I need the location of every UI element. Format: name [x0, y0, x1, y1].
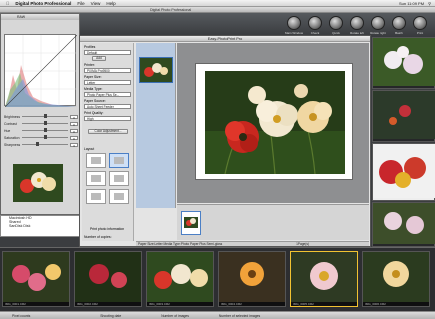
paper-preview	[195, 63, 353, 180]
right-thumbnail[interactable]	[372, 202, 435, 247]
layout-option[interactable]	[109, 189, 129, 204]
paper-size-label: Paper Size:	[84, 75, 102, 79]
print-toolbar-label: Print	[416, 31, 424, 35]
layout-option-selected[interactable]	[109, 153, 129, 168]
dpp-status-bar: Pixel counts Shooting date Number of ima…	[0, 311, 435, 319]
paper-source-select[interactable]: Auto Sheet Feeder	[84, 104, 131, 109]
thumbnail-caption: IMG_0006.CR2	[363, 302, 429, 306]
media-type-select[interactable]: Photo Paper Plus Se...	[84, 92, 131, 97]
menu-view[interactable]: View	[91, 1, 101, 6]
menu-app-name[interactable]: Digital Photo Professional	[15, 1, 71, 6]
sharpness-value[interactable]: 3	[70, 142, 78, 148]
status-pixel-counts: Pixel counts	[12, 313, 31, 318]
printer-label: Printer:	[84, 63, 95, 67]
dpp-window-title: Digital Photo Professional	[150, 7, 192, 12]
image-thumbnail[interactable]: IMG_0006.CR2	[362, 251, 430, 307]
image-thumbnail[interactable]: IMG_0003.CR2	[146, 251, 214, 307]
image-thumbnail[interactable]: IMG_0004.CR2	[218, 251, 286, 307]
layout-grid	[86, 153, 130, 204]
hue-value[interactable]: 0	[70, 128, 78, 134]
palette-photo-thumbnail[interactable]	[13, 164, 63, 202]
status-number-of-images: Number of images	[161, 313, 189, 318]
epp-image-thumbnail[interactable]	[139, 57, 173, 83]
menu-help[interactable]: Help	[106, 1, 115, 6]
sharpness-label: Sharpness	[4, 142, 21, 147]
saturation-slider[interactable]: Saturation 0	[4, 135, 78, 141]
apple-icon[interactable]: 	[6, 1, 9, 6]
layout-option[interactable]	[86, 153, 106, 168]
folder-tree: Macintosh HD Shared SanDisk Disk	[0, 215, 80, 237]
layout-label: Layout	[84, 147, 95, 151]
menubar-clock[interactable]: Sun 11:09 PM	[399, 1, 424, 6]
layout-option[interactable]	[86, 171, 106, 186]
hue-slider[interactable]: Hue 0	[4, 128, 78, 134]
image-thumbnail-strip: IMG_0001.CR2 IMG_0002.CR2 IMG_0003.CR2 I…	[0, 247, 435, 311]
contrast-value[interactable]: 0	[70, 121, 78, 127]
epp-settings-panel: Profiles Default Add Printer: PIXMA Pro9…	[82, 43, 134, 241]
easy-photoprint-window: Easy-PhotoPrint Pro Print Close Profiles…	[79, 35, 371, 247]
profiles-select[interactable]: Default	[84, 50, 131, 55]
image-thumbnail-selected[interactable]: IMG_0005.CR2	[290, 251, 358, 307]
print-toolbar-button[interactable]	[413, 16, 427, 30]
folder-tree-item[interactable]: SanDisk Disk	[1, 224, 79, 228]
printer-select[interactable]: PIXMA Pro9500	[84, 68, 131, 73]
layout-option[interactable]	[86, 189, 106, 204]
thumbnail-caption: IMG_0005.CR2	[291, 302, 357, 306]
thumbnail-caption: IMG_0002.CR2	[75, 302, 141, 306]
tool-palette-title: RAW	[1, 14, 79, 20]
tone-curve-histogram[interactable]	[4, 34, 77, 107]
status-shooting-date: Shooting date	[100, 313, 122, 318]
thumbnail-caption: IMG_0001.CR2	[3, 302, 69, 306]
main-window-button[interactable]	[287, 16, 301, 30]
thumbnail-caption: IMG_0003.CR2	[147, 302, 213, 306]
rotate-left-button[interactable]	[350, 16, 364, 30]
print-quality-label: Print Quality:	[84, 111, 104, 115]
paper-source-label: Paper Source:	[84, 99, 106, 103]
page-thumbnail[interactable]	[181, 211, 201, 235]
epp-print-preview	[177, 43, 369, 203]
brightness-slider[interactable]: Brightness 0	[4, 114, 78, 120]
brightness-value[interactable]: 0	[70, 114, 78, 120]
add-profile-button[interactable]: Add	[92, 56, 106, 61]
sharpness-slider[interactable]: Sharpness 3	[4, 142, 78, 148]
copies-label: Number of copies:	[84, 235, 112, 239]
batch-button[interactable]	[392, 16, 406, 30]
right-thumbnail[interactable]	[372, 90, 435, 142]
right-thumbnail[interactable]	[372, 143, 435, 201]
media-type-label: Media Type:	[84, 87, 103, 91]
epp-image-list	[136, 43, 176, 208]
menu-bar:  Digital Photo Professional File View H…	[0, 0, 435, 7]
epp-status-text: Paper Size:Letter Media Type:Photo Paper…	[138, 242, 223, 246]
contrast-slider[interactable]: Contrast 0	[4, 121, 78, 127]
preview-photo[interactable]	[205, 71, 345, 174]
right-thumbnail[interactable]	[372, 37, 435, 89]
menu-file[interactable]: File	[77, 1, 84, 6]
saturation-value[interactable]: 0	[70, 135, 78, 141]
quick-check-button[interactable]	[329, 16, 343, 30]
saturation-label: Saturation	[4, 135, 20, 140]
paper-size-select[interactable]: Letter	[84, 80, 131, 85]
profiles-label: Profiles	[84, 45, 96, 49]
image-thumbnail[interactable]: IMG_0002.CR2	[74, 251, 142, 307]
tool-palette: RAW Brightness 0 Contrast 0 Hue 0 Satura…	[0, 13, 80, 215]
spotlight-icon[interactable]: ⚲	[428, 1, 431, 6]
batch-label: Batch	[395, 31, 403, 35]
print-quality-select[interactable]: High	[84, 116, 131, 121]
check-button[interactable]	[308, 16, 322, 30]
hue-label: Hue	[4, 128, 11, 133]
epp-page-strip	[177, 204, 369, 240]
color-adjustment-button[interactable]: Color Adjustment...	[88, 129, 128, 134]
epp-title: Easy-PhotoPrint Pro	[80, 36, 370, 42]
epp-status-bar: Paper Size:Letter Media Type:Photo Paper…	[136, 241, 369, 246]
thumbnail-caption: IMG_0004.CR2	[219, 302, 285, 306]
rotate-right-button[interactable]	[371, 16, 385, 30]
print-photo-info-checkbox[interactable]: Print photo information	[90, 227, 124, 231]
contrast-label: Contrast	[4, 121, 17, 126]
brightness-label: Brightness	[4, 114, 21, 119]
status-selected-images: Number of selected images	[218, 313, 261, 318]
layout-option[interactable]	[109, 171, 129, 186]
image-thumbnail[interactable]: IMG_0001.CR2	[2, 251, 70, 307]
